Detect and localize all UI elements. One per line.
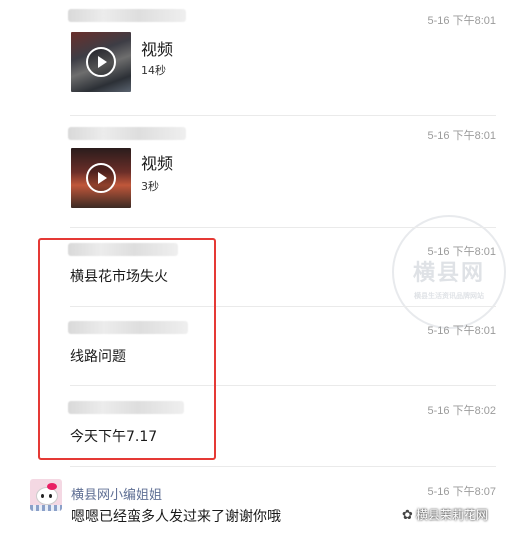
avatar-eye [41, 494, 44, 498]
message-text: 今天下午7.17 [70, 429, 158, 445]
video-duration: 3秒 [141, 180, 159, 193]
divider [70, 385, 496, 386]
divider [70, 306, 496, 307]
video-title: 视频 [141, 40, 174, 59]
video-title: 视频 [141, 154, 174, 173]
wechat-icon: ✿ [402, 508, 413, 523]
message-time: 5-16 下午8:01 [427, 15, 496, 27]
video-thumbnail[interactable] [71, 148, 131, 208]
message-time: 5-16 下午8:02 [427, 405, 496, 417]
avatar-bow [47, 483, 57, 490]
divider [70, 115, 496, 116]
sender-name-blurred [68, 243, 178, 256]
sender-name-blurred [68, 9, 186, 22]
message-text: 横县花市场失火 [70, 269, 168, 285]
divider [70, 227, 496, 228]
sender-name-blurred [68, 321, 188, 334]
watermark-subtitle: 横县生活资讯品牌网站 [414, 292, 484, 300]
footer-label: 横县茉莉花网 [415, 508, 488, 522]
footer-watermark: ✿ 横县茉莉花网 [402, 506, 488, 523]
avatar-face [36, 487, 58, 505]
reply-author[interactable]: 横县网小编姐姐 [71, 484, 162, 503]
message-time: 5-16 下午8:01 [427, 246, 496, 258]
site-watermark: 横县网 横县生活资讯品牌网站 [392, 215, 506, 329]
divider [70, 466, 496, 467]
video-duration: 14秒 [141, 64, 166, 77]
reply-text: 嗯嗯已经蛮多人发过来了谢谢你哦 [71, 509, 281, 525]
sender-name-blurred [68, 401, 184, 414]
avatar-eye [49, 494, 52, 498]
message-text: 线路问题 [70, 349, 126, 365]
hello-kitty-avatar-icon[interactable] [30, 479, 62, 511]
play-icon[interactable] [86, 47, 116, 77]
watermark-title: 横县网 [412, 261, 485, 286]
play-icon[interactable] [86, 163, 116, 193]
video-thumbnail[interactable] [71, 32, 131, 92]
avatar-stripes [30, 505, 62, 511]
message-time: 5-16 下午8:01 [427, 325, 496, 337]
reply-time: 5-16 下午8:07 [427, 486, 496, 498]
sender-name-blurred [68, 127, 186, 140]
message-time: 5-16 下午8:01 [427, 130, 496, 142]
